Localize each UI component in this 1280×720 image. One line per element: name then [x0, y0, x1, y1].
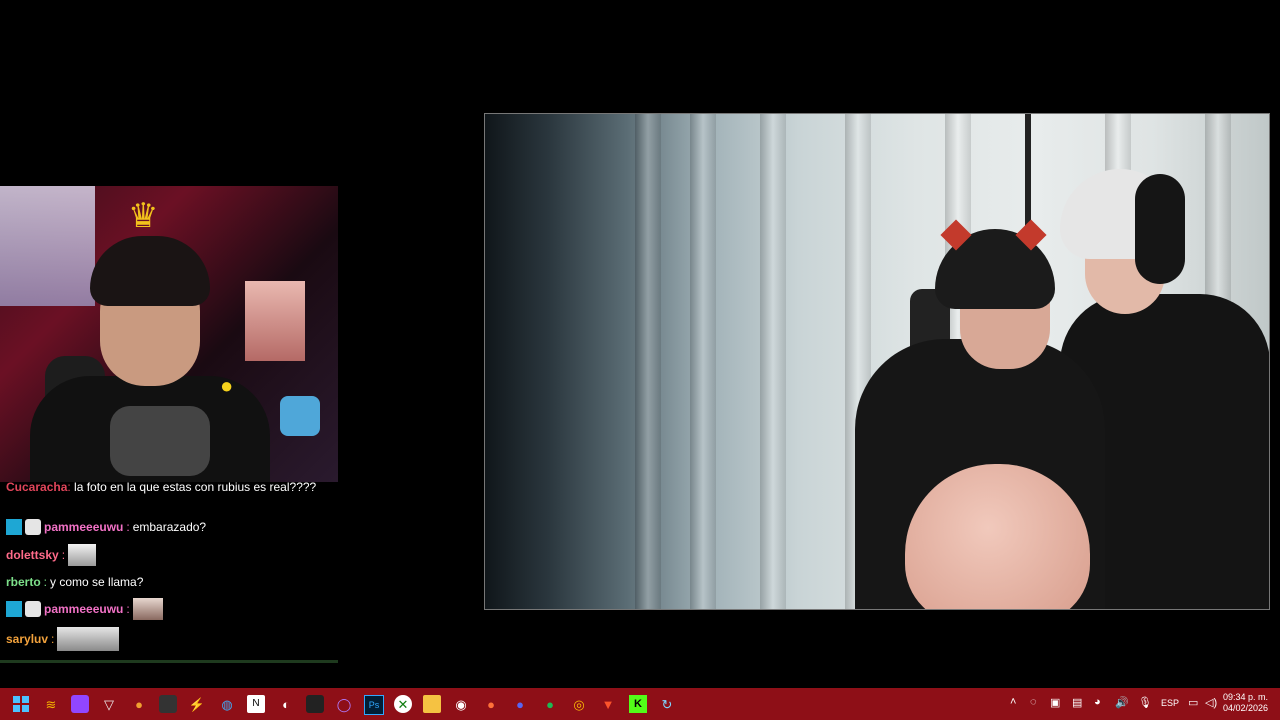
- shirt-print: [110, 406, 210, 476]
- chat-username[interactable]: pammeeeuwu: [44, 602, 123, 616]
- chat-message: Cucaracha: la foto en la que estas con r…: [6, 480, 317, 494]
- file-explorer-icon[interactable]: [423, 695, 441, 713]
- system-clock[interactable]: 09:34 p. m. 04/02/2026: [1223, 692, 1268, 714]
- xbox-icon[interactable]: ✕: [394, 695, 412, 713]
- brave-icon[interactable]: ▼: [599, 695, 617, 713]
- twitch-icon[interactable]: [71, 695, 89, 713]
- obs-icon[interactable]: [159, 695, 177, 713]
- chrome-icon[interactable]: ◎: [570, 695, 588, 713]
- clock-date: 04/02/2026: [1222, 703, 1268, 713]
- sub-badge-icon: [25, 601, 41, 617]
- refresh-app-icon[interactable]: ↻: [658, 695, 676, 713]
- chat-message: rberto: y como se llama?: [6, 575, 144, 589]
- twitch-chat: Cucaracha: la foto en la que estas con r…: [0, 476, 338, 666]
- layers-app-icon[interactable]: ≋: [42, 695, 60, 713]
- photoshop-icon[interactable]: Ps: [364, 695, 384, 715]
- displayed-photo: [484, 113, 1270, 610]
- kick-icon[interactable]: K: [629, 695, 647, 713]
- duck-figure: ●: [220, 373, 234, 398]
- headset: [1135, 174, 1185, 284]
- circle-app-icon[interactable]: ◯: [335, 695, 353, 713]
- windows-taskbar: ≋ ▽ ● ⚡ ◍ N ◐ ◯ Ps ✕ ◉ ● ● ● ◎ ▼ K ↻ ˄ ◌…: [0, 688, 1280, 720]
- capcut-icon[interactable]: ◐: [277, 695, 295, 713]
- photoshop-label: Ps: [368, 699, 380, 710]
- chat-username[interactable]: saryluv: [6, 632, 48, 646]
- streamdeck-icon[interactable]: [306, 695, 324, 713]
- chat-message: saryluv:: [6, 627, 120, 651]
- vpn-icon[interactable]: ▽: [100, 695, 118, 713]
- prime-badge-icon: [6, 601, 22, 617]
- chat-username[interactable]: Cucaracha: [6, 480, 67, 494]
- curtain-fold: [635, 114, 661, 609]
- chat-username[interactable]: rberto: [6, 575, 41, 589]
- chat-username[interactable]: dolettsky: [6, 548, 59, 562]
- streamer-hair: [90, 236, 210, 306]
- curtain-fold: [760, 114, 786, 609]
- chat-divider: [0, 660, 338, 663]
- chat-message: pammeeeuwu: embarazado?: [6, 519, 206, 535]
- curtain-fold: [690, 114, 716, 609]
- tray-app-icon[interactable]: ▣: [1050, 696, 1060, 709]
- speaker-icon[interactable]: ◁): [1205, 696, 1217, 709]
- chevron-up-icon[interactable]: ˄: [1010, 696, 1016, 708]
- chat-text: y como se llama?: [50, 575, 144, 589]
- chat-message: dolettsky:: [6, 544, 97, 566]
- volume-icon[interactable]: 🔊: [1115, 696, 1129, 709]
- windows-start-icon[interactable]: [12, 695, 30, 713]
- language-indicator[interactable]: ESP: [1161, 698, 1179, 708]
- webcam-feed: ♛ ●: [0, 186, 338, 482]
- microphone-icon[interactable]: 🎙: [1138, 696, 1152, 709]
- prime-badge-icon: [6, 519, 22, 535]
- tray-app-icon[interactable]: ◌: [1030, 696, 1037, 708]
- notion-icon[interactable]: N: [247, 695, 265, 713]
- steam-icon[interactable]: ◕: [1094, 696, 1101, 708]
- chat-username[interactable]: pammeeeuwu: [44, 520, 123, 534]
- bolt-icon[interactable]: ⚡: [188, 695, 206, 713]
- firefox-icon[interactable]: ●: [482, 695, 500, 713]
- chat-text: embarazado?: [132, 520, 207, 534]
- spotify-icon[interactable]: ●: [541, 695, 559, 713]
- chat-emote: [132, 598, 163, 620]
- clash-royale-icon[interactable]: ●: [130, 695, 148, 713]
- network-icon[interactable]: ▭: [1188, 696, 1198, 709]
- clock-time: 09:34 p. m.: [1222, 692, 1268, 702]
- cat-ears: [940, 219, 1050, 251]
- discord-icon[interactable]: ●: [511, 695, 529, 713]
- streamer: [20, 236, 280, 482]
- chat-message: pammeeeuwu:: [6, 598, 163, 620]
- globe-icon[interactable]: ◍: [218, 695, 236, 713]
- microphone: [280, 396, 320, 436]
- chat-emote: [57, 627, 120, 651]
- chat-emote: [68, 544, 97, 566]
- tray-app-icon[interactable]: ▤: [1072, 696, 1082, 709]
- github-icon[interactable]: ◉: [452, 695, 470, 713]
- chat-text: la foto en la que estas con rubius es re…: [74, 480, 317, 494]
- crown-decoration: ♛: [128, 197, 159, 235]
- sub-badge-icon: [25, 519, 41, 535]
